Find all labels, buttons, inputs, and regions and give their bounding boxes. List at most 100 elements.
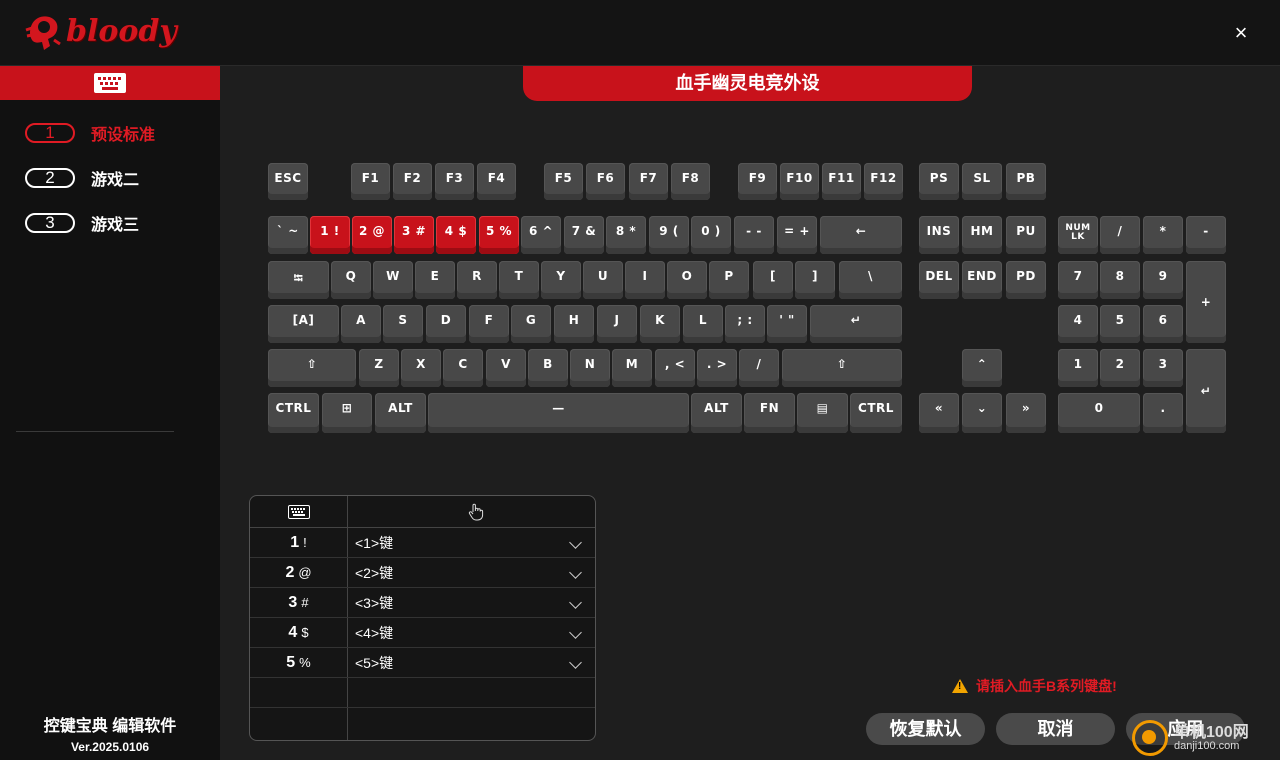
key-fn[interactable]: FN: [744, 393, 795, 433]
key-rshift[interactable]: ⇧: [782, 349, 902, 387]
key-j[interactable]: J: [597, 305, 637, 343]
key-lbr[interactable]: [: [753, 261, 793, 299]
mapping-dropdown[interactable]: <1>键: [348, 528, 595, 558]
key-k5[interactable]: 5 %: [479, 216, 519, 254]
key-menu[interactable]: ▤: [797, 393, 848, 433]
key-pu[interactable]: PU: [1006, 216, 1046, 254]
key-up[interactable]: ⌃: [962, 349, 1002, 387]
key-tab[interactable]: ⭾: [268, 261, 329, 299]
key-t[interactable]: T: [499, 261, 539, 299]
key-slash[interactable]: /: [739, 349, 779, 387]
key-k2[interactable]: 2 @: [352, 216, 392, 254]
key-n2[interactable]: 2: [1100, 349, 1140, 387]
key-n4[interactable]: 4: [1058, 305, 1098, 343]
key-n6[interactable]: 6: [1143, 305, 1183, 343]
key-k3[interactable]: 3 #: [394, 216, 434, 254]
key-ins[interactable]: INS: [919, 216, 959, 254]
key-f8[interactable]: F8: [671, 163, 710, 200]
mapping-dropdown[interactable]: <5>键: [348, 648, 595, 678]
key-lshift[interactable]: ⇧: [268, 349, 356, 387]
key-lalt[interactable]: ALT: [375, 393, 426, 433]
key-period[interactable]: . >: [697, 349, 737, 387]
key-caps[interactable]: [A]: [268, 305, 339, 343]
key-end[interactable]: END: [962, 261, 1002, 299]
key-n7[interactable]: 7: [1058, 261, 1098, 299]
key-rctrl[interactable]: CTRL: [850, 393, 902, 433]
key-f7[interactable]: F7: [629, 163, 668, 200]
key-f3[interactable]: F3: [435, 163, 474, 200]
key-ralt[interactable]: ALT: [691, 393, 742, 433]
key-ps[interactable]: PS: [919, 163, 959, 200]
key-e[interactable]: E: [415, 261, 455, 299]
mapping-dropdown[interactable]: <4>键: [348, 618, 595, 648]
key-o[interactable]: O: [667, 261, 707, 299]
key-n[interactable]: N: [570, 349, 610, 387]
key-a[interactable]: A: [341, 305, 381, 343]
key-g[interactable]: G: [511, 305, 551, 343]
close-icon[interactable]: ×: [1230, 22, 1252, 44]
key-backspace[interactable]: ←: [820, 216, 902, 254]
key-f9[interactable]: F9: [738, 163, 777, 200]
profile-item-3[interactable]: 3 游戏三: [25, 211, 139, 235]
key-n3[interactable]: 3: [1143, 349, 1183, 387]
key-rbr[interactable]: ]: [795, 261, 835, 299]
key-lctrl[interactable]: CTRL: [268, 393, 319, 433]
key-hm[interactable]: HM: [962, 216, 1002, 254]
profile-item-2[interactable]: 2 游戏二: [25, 166, 139, 190]
key-n1[interactable]: 1: [1058, 349, 1098, 387]
key-numlk[interactable]: NUM LK: [1058, 216, 1098, 254]
key-n0[interactable]: 0: [1058, 393, 1140, 433]
key-f12[interactable]: F12: [864, 163, 903, 200]
key-ndot[interactable]: .: [1143, 393, 1183, 433]
key-x[interactable]: X: [401, 349, 441, 387]
key-sl[interactable]: SL: [962, 163, 1002, 200]
key-p[interactable]: P: [709, 261, 749, 299]
key-f10[interactable]: F10: [780, 163, 819, 200]
key-k6[interactable]: 6 ^: [521, 216, 561, 254]
key-i[interactable]: I: [625, 261, 665, 299]
key-minus[interactable]: - -: [734, 216, 774, 254]
key-down[interactable]: ⌄: [962, 393, 1002, 433]
key-quote[interactable]: ' ": [767, 305, 807, 343]
key-enter[interactable]: ↵: [810, 305, 902, 343]
key-nenter[interactable]: ↵: [1186, 349, 1226, 433]
key-bslash[interactable]: \: [839, 261, 902, 299]
key-space[interactable]: —: [428, 393, 689, 433]
key-m[interactable]: M: [612, 349, 652, 387]
key-f[interactable]: F: [469, 305, 509, 343]
key-nmul[interactable]: *: [1143, 216, 1183, 254]
profile-item-1[interactable]: 1 预设标准: [25, 121, 155, 145]
key-u[interactable]: U: [583, 261, 623, 299]
key-del[interactable]: DEL: [919, 261, 959, 299]
key-w[interactable]: W: [373, 261, 413, 299]
key-comma[interactable]: , <: [655, 349, 695, 387]
key-r[interactable]: R: [457, 261, 497, 299]
key-c[interactable]: C: [443, 349, 483, 387]
key-k8[interactable]: 8 *: [606, 216, 646, 254]
mapping-dropdown[interactable]: <3>键: [348, 588, 595, 618]
key-b[interactable]: B: [528, 349, 568, 387]
key-nplus[interactable]: +: [1186, 261, 1226, 343]
key-ndiv[interactable]: /: [1100, 216, 1140, 254]
key-q[interactable]: Q: [331, 261, 371, 299]
key-l[interactable]: L: [683, 305, 723, 343]
key-win[interactable]: ⊞: [322, 393, 372, 433]
key-nminus[interactable]: -: [1186, 216, 1226, 254]
key-d[interactable]: D: [426, 305, 466, 343]
key-h[interactable]: H: [554, 305, 594, 343]
key-f2[interactable]: F2: [393, 163, 432, 200]
mapping-dropdown[interactable]: <2>键: [348, 558, 595, 588]
key-v[interactable]: V: [486, 349, 526, 387]
key-f5[interactable]: F5: [544, 163, 583, 200]
key-k7[interactable]: 7 &: [564, 216, 604, 254]
restore-default-button[interactable]: 恢复默认: [866, 713, 985, 745]
key-f11[interactable]: F11: [822, 163, 861, 200]
key-f1[interactable]: F1: [351, 163, 390, 200]
key-n9[interactable]: 9: [1143, 261, 1183, 299]
key-y[interactable]: Y: [541, 261, 581, 299]
key-semi[interactable]: ; :: [725, 305, 765, 343]
key-n5[interactable]: 5: [1100, 305, 1140, 343]
key-k9[interactable]: 9 (: [649, 216, 689, 254]
key-z[interactable]: Z: [359, 349, 399, 387]
key-n8[interactable]: 8: [1100, 261, 1140, 299]
